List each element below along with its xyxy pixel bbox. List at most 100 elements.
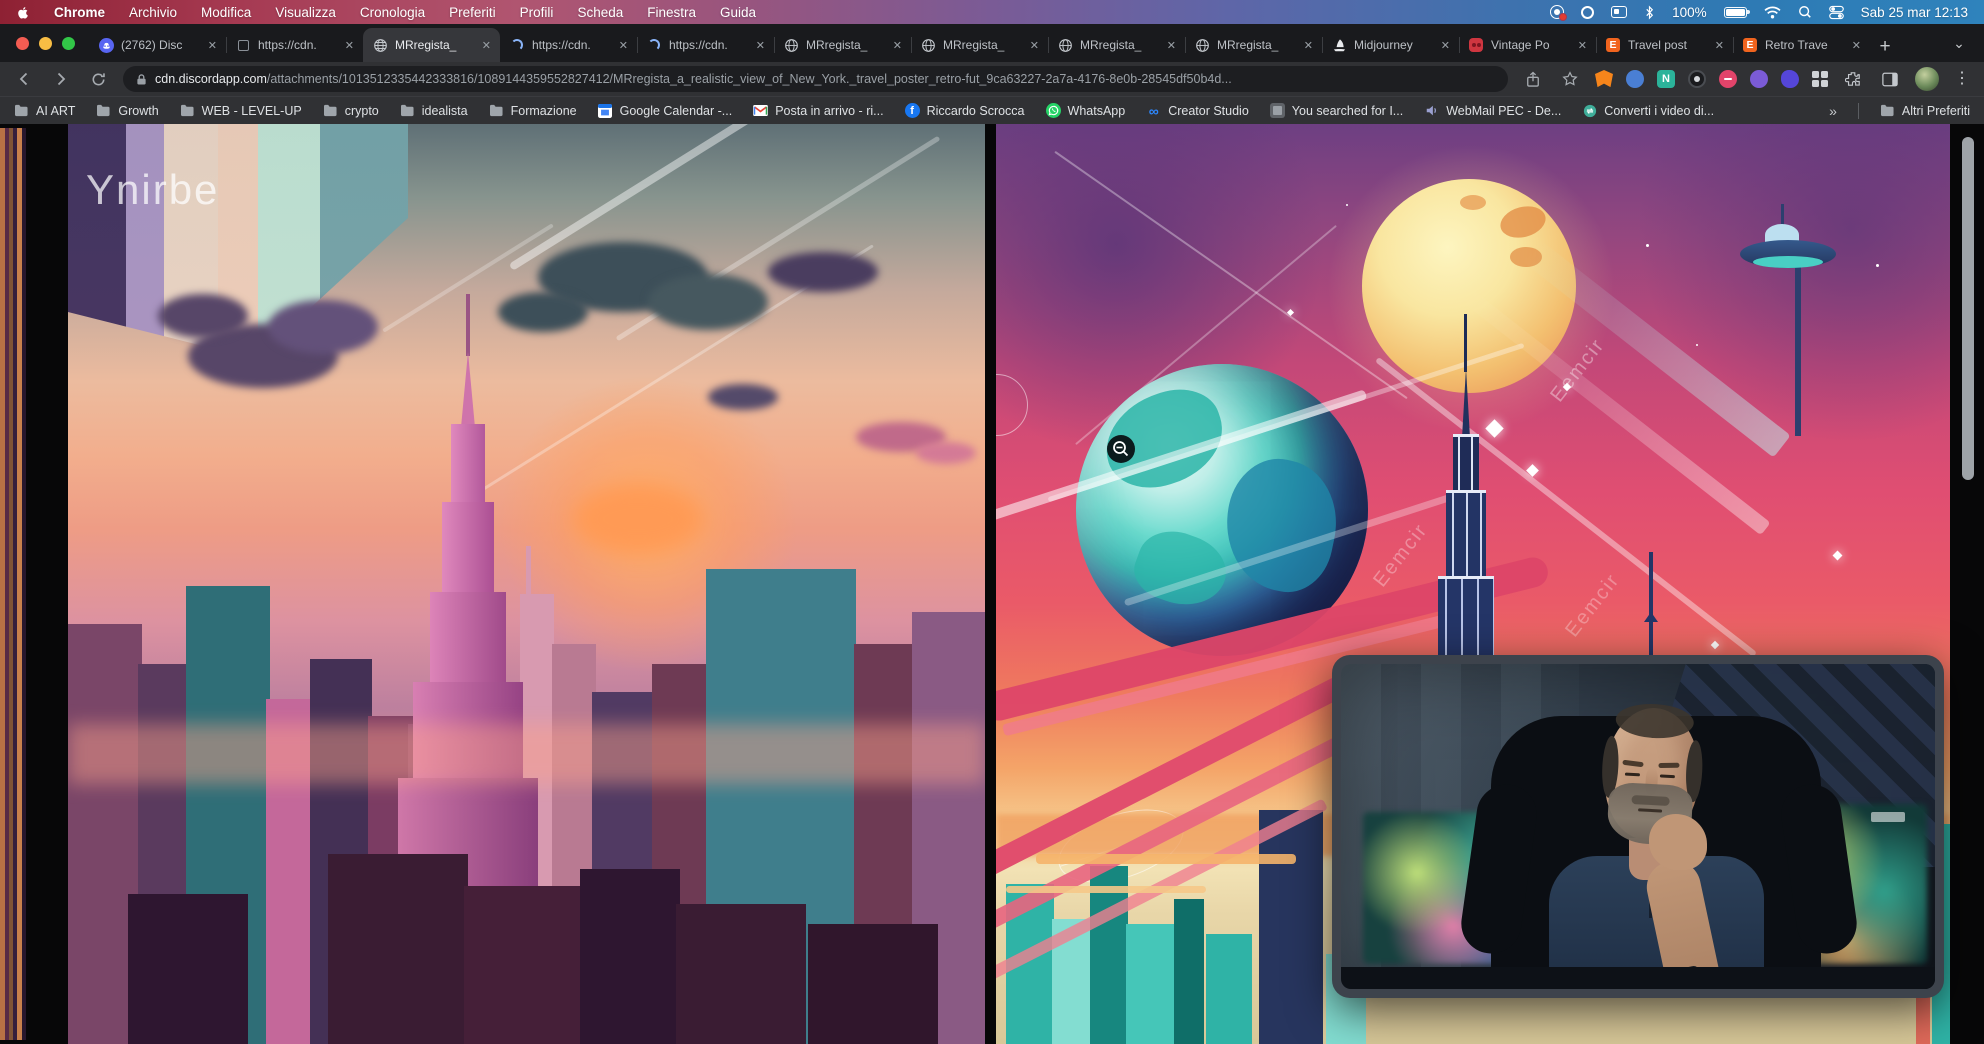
- menu-finestra[interactable]: Finestra: [647, 5, 696, 20]
- midjourney-sailboat-favicon: [1331, 37, 1347, 53]
- facebook-icon: f: [905, 103, 920, 118]
- tab-etsy-retro-travel[interactable]: E Retro Trave ✕: [1733, 28, 1870, 62]
- previous-image-sliver: [0, 128, 26, 1040]
- menu-modifica[interactable]: Modifica: [201, 5, 251, 20]
- bookmark-webmail-pec[interactable]: WebMail PEC - De...: [1424, 103, 1561, 118]
- tab-mrregista-2[interactable]: MRregista_ ✕: [774, 28, 911, 62]
- bookmark-label: Growth: [118, 104, 158, 118]
- forward-button[interactable]: [49, 67, 73, 91]
- bluetooth-icon[interactable]: [1644, 5, 1655, 20]
- menu-scheda[interactable]: Scheda: [577, 5, 623, 20]
- menu-guida[interactable]: Guida: [720, 5, 756, 20]
- bookmark-facebook-profile[interactable]: f Riccardo Scrocca: [905, 103, 1025, 118]
- tab-discord[interactable]: (2762) Disc ✕: [89, 28, 226, 62]
- bookmark-gmail-inbox[interactable]: Posta in arrivo - ri...: [753, 103, 883, 118]
- display-icon[interactable]: [1611, 6, 1627, 18]
- bookmark-creator-studio[interactable]: ∞ Creator Studio: [1146, 103, 1249, 118]
- page-scrollbar-thumb[interactable]: [1962, 137, 1974, 480]
- apple-menu-icon[interactable]: [16, 5, 30, 20]
- bookmark-other-favorites[interactable]: Altri Preferiti: [1880, 103, 1970, 118]
- tab-vintage-posters[interactable]: Vintage Po ✕: [1459, 28, 1596, 62]
- menu-chrome[interactable]: Chrome: [54, 5, 105, 20]
- tab-close-icon[interactable]: ✕: [1578, 39, 1587, 52]
- tab-cdn-3[interactable]: https://cdn. ✕: [637, 28, 774, 62]
- blue-extension-icon[interactable]: [1626, 70, 1644, 88]
- menu-preferiti[interactable]: Preferiti: [449, 5, 496, 20]
- control-center-icon[interactable]: [1829, 5, 1844, 20]
- status-ring-icon[interactable]: [1581, 6, 1594, 19]
- bookmark-folder-crypto[interactable]: crypto: [323, 103, 379, 118]
- url-path: /attachments/1013512335442333816/1089144…: [267, 72, 1232, 86]
- tab-mrregista-3[interactable]: MRregista_ ✕: [911, 28, 1048, 62]
- tab-etsy-travel-posters[interactable]: E Travel post ✕: [1596, 28, 1733, 62]
- address-bar[interactable]: cdn.discordapp.com/attachments/101351233…: [123, 66, 1508, 92]
- menu-cronologia[interactable]: Cronologia: [360, 5, 425, 20]
- reload-button[interactable]: [86, 67, 110, 91]
- bookmark-folder-growth[interactable]: Growth: [96, 103, 158, 118]
- grid-extension-icon[interactable]: [1812, 71, 1828, 87]
- chrome-menu-icon[interactable]: ⋮: [1952, 71, 1972, 87]
- bookmark-star-icon[interactable]: [1558, 67, 1582, 91]
- wifi-icon[interactable]: [1764, 6, 1781, 19]
- bookmark-label: crypto: [345, 104, 379, 118]
- share-icon[interactable]: [1521, 67, 1545, 91]
- left-travel-poster-image[interactable]: Ynirbe: [68, 124, 985, 1044]
- tab-close-icon[interactable]: ✕: [1441, 39, 1450, 52]
- tab-mrregista-5[interactable]: MRregista_ ✕: [1185, 28, 1322, 62]
- screen-recording-icon[interactable]: [1550, 5, 1564, 19]
- meta-infinity-icon: ∞: [1146, 103, 1161, 118]
- metamask-extension-icon[interactable]: [1595, 70, 1613, 88]
- bookmark-you-searched[interactable]: You searched for I...: [1270, 103, 1403, 118]
- extensions-puzzle-icon[interactable]: [1841, 67, 1865, 91]
- left-poster-watermark: Ynirbe: [86, 166, 219, 214]
- n-extension-icon[interactable]: N: [1657, 70, 1675, 88]
- menubar-clock[interactable]: Sab 25 mar 12:13: [1861, 5, 1968, 20]
- tab-midjourney[interactable]: Midjourney ✕: [1322, 28, 1459, 62]
- thin-spire: [1644, 552, 1658, 672]
- new-tab-button[interactable]: +: [1870, 32, 1900, 62]
- tab-close-icon[interactable]: ✕: [1030, 39, 1039, 52]
- tab-close-icon[interactable]: ✕: [893, 39, 902, 52]
- tab-label: MRregista_: [1080, 38, 1160, 52]
- tab-mrregista-4[interactable]: MRregista_ ✕: [1048, 28, 1185, 62]
- zoom-window-button[interactable]: [62, 37, 75, 50]
- close-window-button[interactable]: [16, 37, 29, 50]
- bookmark-google-calendar[interactable]: Google Calendar -...: [598, 103, 733, 118]
- purple-extension-icon[interactable]: [1750, 70, 1768, 88]
- tab-close-icon[interactable]: ✕: [1715, 39, 1724, 52]
- bookmark-whatsapp[interactable]: WhatsApp: [1046, 103, 1126, 118]
- menu-visualizza[interactable]: Visualizza: [275, 5, 336, 20]
- password-extension-icon[interactable]: [1719, 70, 1737, 88]
- extensions-row: N ⋮: [1595, 67, 1972, 91]
- tab-close-icon[interactable]: ✕: [208, 39, 217, 52]
- side-panel-icon[interactable]: [1878, 67, 1902, 91]
- dark-extension-icon[interactable]: [1688, 70, 1706, 88]
- profile-avatar[interactable]: [1915, 67, 1939, 91]
- bookmark-folder-idealista[interactable]: idealista: [400, 103, 468, 118]
- tab-cdn-1[interactable]: https://cdn. ✕: [226, 28, 363, 62]
- bookmark-folder-web-level-up[interactable]: WEB - LEVEL-UP: [180, 103, 302, 118]
- tab-strip: (2762) Disc ✕ https://cdn. ✕ MRregista_ …: [89, 24, 1936, 62]
- tab-close-icon[interactable]: ✕: [1852, 39, 1861, 52]
- bookmark-folder-ai-art[interactable]: AI ART: [14, 103, 75, 118]
- tab-close-icon[interactable]: ✕: [1304, 39, 1313, 52]
- menu-profili[interactable]: Profili: [520, 5, 554, 20]
- converter-icon: [1582, 103, 1597, 118]
- menu-archivio[interactable]: Archivio: [129, 5, 177, 20]
- tab-mrregista-active[interactable]: MRregista_ ✕: [363, 28, 500, 62]
- tab-cdn-2[interactable]: https://cdn. ✕: [500, 28, 637, 62]
- loading-spinner-icon: [509, 37, 525, 53]
- tab-close-icon[interactable]: ✕: [482, 39, 491, 52]
- bookmarks-overflow-chevron[interactable]: »: [1829, 103, 1837, 119]
- minimize-window-button[interactable]: [39, 37, 52, 50]
- back-button[interactable]: [12, 67, 36, 91]
- tab-close-icon[interactable]: ✕: [345, 39, 354, 52]
- bookmark-folder-formazione[interactable]: Formazione: [489, 103, 577, 118]
- bookmark-video-converter[interactable]: Converti i video di...: [1582, 103, 1714, 118]
- tab-close-icon[interactable]: ✕: [756, 39, 765, 52]
- spotlight-search-icon[interactable]: [1798, 5, 1812, 19]
- tab-search-chevron[interactable]: ⌄: [1944, 28, 1974, 58]
- tab-close-icon[interactable]: ✕: [1167, 39, 1176, 52]
- indigo-extension-icon[interactable]: [1781, 70, 1799, 88]
- tab-close-icon[interactable]: ✕: [619, 39, 628, 52]
